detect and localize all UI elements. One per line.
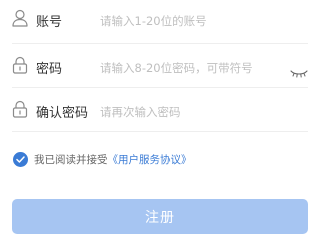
user-icon	[12, 9, 28, 27]
divider	[12, 131, 308, 132]
confirm-password-label: 确认密码	[36, 106, 89, 121]
confirm-password-input[interactable]	[100, 102, 280, 122]
user-agreement-link[interactable]: 《用户服务协议》	[108, 152, 192, 167]
register-button[interactable]: 注册	[12, 199, 308, 234]
password-row: 密码	[0, 44, 320, 88]
lock-icon	[12, 100, 28, 118]
confirm-password-row: 确认密码	[0, 88, 320, 132]
checkmark-icon	[16, 155, 25, 163]
agreement-text: 我已阅读并接受	[34, 153, 108, 166]
eye-closed-icon[interactable]	[290, 64, 308, 78]
account-row: 账号	[0, 0, 320, 44]
account-label: 账号	[36, 15, 63, 30]
register-form: 账号 密码	[0, 0, 320, 240]
agreement-row: 我已阅读并接受 《用户服务协议》	[13, 151, 192, 167]
account-input[interactable]	[100, 11, 280, 31]
password-input[interactable]	[100, 58, 285, 78]
agreement-checkbox[interactable]	[13, 151, 28, 167]
password-label: 密码	[36, 62, 63, 77]
lock-icon	[12, 56, 28, 74]
